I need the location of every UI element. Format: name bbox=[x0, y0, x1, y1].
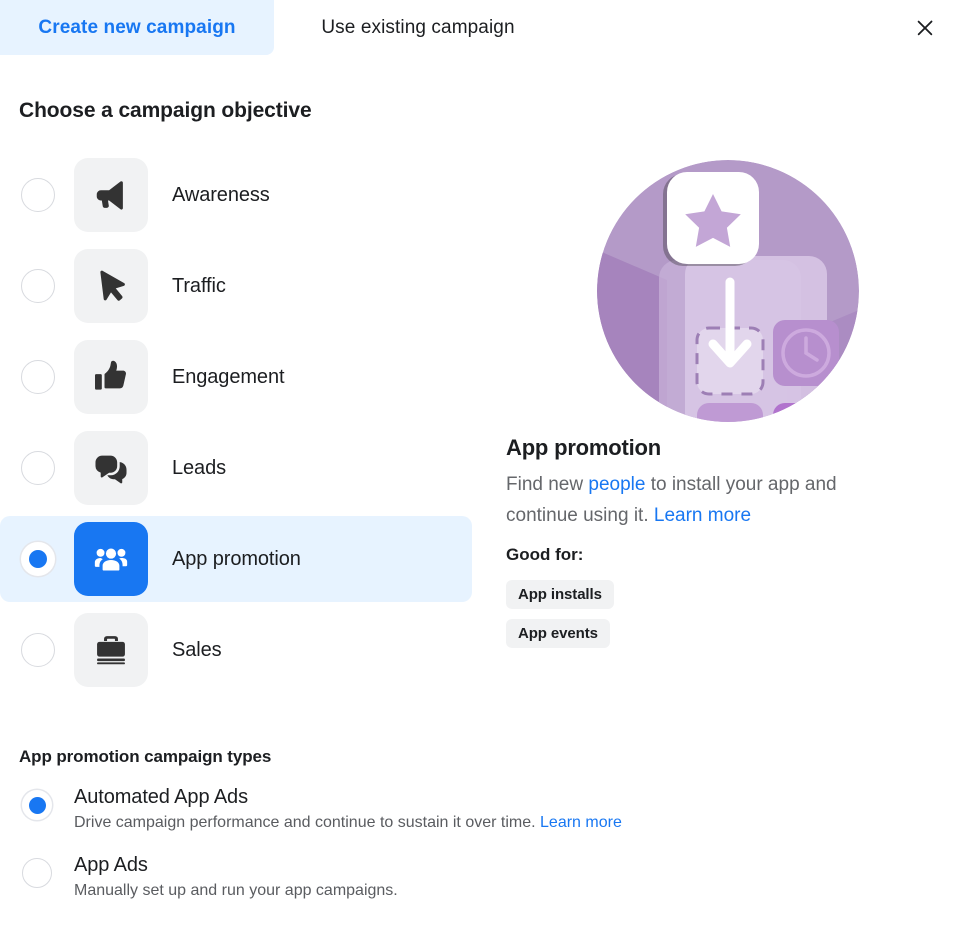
objective-list: Awareness Traffic Engagement Leads App p… bbox=[0, 152, 472, 698]
tab-bar: Create new campaign Use existing campaig… bbox=[0, 0, 960, 56]
tab-use-existing-campaign[interactable]: Use existing campaign bbox=[282, 0, 554, 55]
icon-tile-awareness bbox=[74, 158, 148, 232]
campaign-type-row-app-ads[interactable]: App Ads Manually set up and run your app… bbox=[0, 854, 800, 900]
megaphone-icon bbox=[96, 181, 123, 210]
campaign-type-row-automated-app-ads[interactable]: Automated App Ads Drive campaign perform… bbox=[0, 786, 800, 832]
detail-description: Find new people to install your app and … bbox=[506, 469, 910, 531]
good-for-label: Good for: bbox=[506, 545, 584, 564]
radio-app-ads[interactable] bbox=[22, 858, 52, 888]
campaign-type-desc-text: Drive campaign performance and continue … bbox=[74, 814, 541, 831]
campaign-type-desc-app-ads: Manually set up and run your app campaig… bbox=[74, 882, 398, 899]
people-group-icon bbox=[94, 548, 128, 571]
app-install-illustration-graphic bbox=[597, 160, 859, 422]
good-for-tags: App installs App events bbox=[506, 580, 614, 658]
objective-row-awareness[interactable]: Awareness bbox=[0, 152, 472, 238]
objective-label-awareness: Awareness bbox=[172, 183, 270, 206]
icon-tile-app-promotion bbox=[74, 522, 148, 596]
objective-row-leads[interactable]: Leads bbox=[0, 425, 472, 511]
objective-row-app-promotion[interactable]: App promotion bbox=[0, 516, 472, 602]
tag-app-events: App events bbox=[506, 619, 610, 648]
campaign-type-label-app-ads: App Ads bbox=[74, 854, 148, 876]
detail-title: App promotion bbox=[506, 435, 662, 460]
objective-label-traffic: Traffic bbox=[172, 274, 226, 297]
icon-tile-traffic bbox=[74, 249, 148, 323]
app-install-illustration bbox=[597, 160, 859, 422]
objective-label-sales: Sales bbox=[172, 638, 222, 661]
people-link[interactable]: people bbox=[588, 474, 645, 495]
campaign-type-app-ads-text: App Ads Manually set up and run your app… bbox=[74, 854, 398, 900]
icon-tile-engagement bbox=[74, 340, 148, 414]
campaign-type-label-automated-app-ads: Automated App Ads bbox=[74, 786, 248, 808]
radio-engagement[interactable] bbox=[21, 360, 55, 394]
radio-automated-app-ads[interactable] bbox=[22, 790, 52, 820]
campaign-type-desc-automated-app-ads: Drive campaign performance and continue … bbox=[74, 814, 622, 832]
radio-app-promotion[interactable] bbox=[21, 542, 55, 576]
icon-tile-leads bbox=[74, 431, 148, 505]
close-button[interactable] bbox=[902, 6, 948, 50]
campaign-objective-dialog: Create new campaign Use existing campaig… bbox=[0, 0, 960, 946]
detail-description-part1: Find new bbox=[506, 474, 589, 495]
objective-label-leads: Leads bbox=[172, 456, 226, 479]
briefcase-icon bbox=[97, 636, 125, 665]
tab-create-new-campaign-label: Create new campaign bbox=[38, 16, 236, 38]
tab-use-existing-campaign-label: Use existing campaign bbox=[321, 16, 515, 38]
types-section-heading: App promotion campaign types bbox=[19, 747, 272, 766]
objective-row-sales[interactable]: Sales bbox=[0, 607, 472, 693]
campaign-type-automated-app-ads-text: Automated App Ads Drive campaign perform… bbox=[74, 786, 622, 832]
detail-learn-more-link[interactable]: Learn more bbox=[654, 505, 751, 526]
tag-app-installs: App installs bbox=[506, 580, 614, 609]
automated-app-ads-learn-more-link[interactable]: Learn more bbox=[540, 814, 622, 831]
objective-label-engagement: Engagement bbox=[172, 365, 285, 388]
objective-label-app-promotion: App promotion bbox=[172, 547, 301, 570]
radio-sales[interactable] bbox=[21, 633, 55, 667]
cursor-icon bbox=[100, 270, 125, 301]
close-icon bbox=[917, 20, 933, 36]
objective-row-engagement[interactable]: Engagement bbox=[0, 334, 472, 420]
icon-tile-sales bbox=[74, 613, 148, 687]
objective-row-traffic[interactable]: Traffic bbox=[0, 243, 472, 329]
tab-create-new-campaign[interactable]: Create new campaign bbox=[0, 0, 274, 55]
thumbs-up-icon bbox=[95, 360, 126, 390]
radio-traffic[interactable] bbox=[21, 269, 55, 303]
objective-section-heading: Choose a campaign objective bbox=[19, 99, 312, 122]
speech-bubbles-icon bbox=[95, 455, 127, 484]
radio-awareness[interactable] bbox=[21, 178, 55, 212]
radio-leads[interactable] bbox=[21, 451, 55, 485]
campaign-types-list: Automated App Ads Drive campaign perform… bbox=[0, 786, 800, 922]
